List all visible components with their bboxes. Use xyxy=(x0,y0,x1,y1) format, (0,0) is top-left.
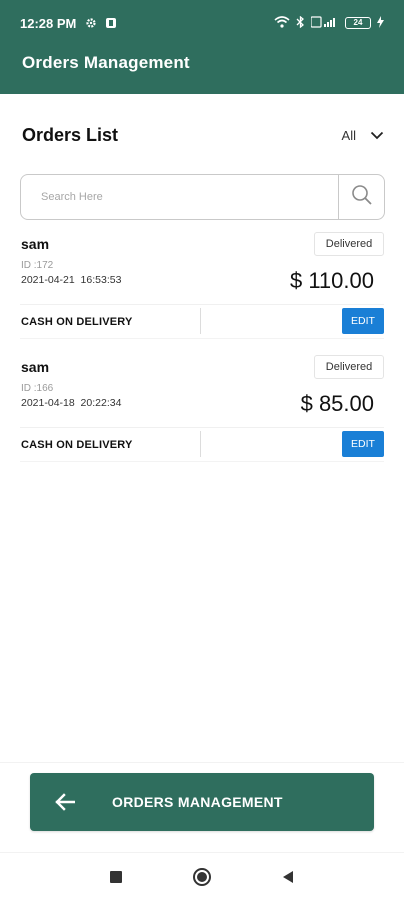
search-bar xyxy=(20,174,385,220)
order-card[interactable]: sam Delivered ID :166 2021-04-18 20:22:3… xyxy=(20,355,384,465)
divider xyxy=(200,431,201,457)
battery-icon: 24 xyxy=(345,17,371,29)
nav-square-icon[interactable] xyxy=(103,864,129,890)
order-id: ID :166 xyxy=(21,383,54,394)
nav-triangle-icon[interactable] xyxy=(275,864,301,890)
divider xyxy=(20,461,384,462)
page-title: Orders Management xyxy=(22,53,190,72)
customer-name: sam xyxy=(21,236,50,252)
signal-icon xyxy=(310,15,339,31)
customer-name: sam xyxy=(21,359,50,375)
nav-circle-icon[interactable] xyxy=(189,864,215,890)
notification-icon xyxy=(104,16,118,30)
order-datetime: 2021-04-18 20:22:34 xyxy=(21,397,122,409)
order-amount: $ 110.00 xyxy=(289,268,374,293)
divider xyxy=(20,304,384,305)
orders-management-button[interactable]: ORDERS MANAGEMENT xyxy=(30,773,374,831)
payment-method: CASH ON DELIVERY xyxy=(21,439,133,451)
divider xyxy=(20,427,384,428)
app-header: 12:28 PM 24 Orders Management xyxy=(0,0,404,94)
search-icon xyxy=(351,184,373,211)
bluetooth-icon xyxy=(296,15,305,31)
orders-management-button-label: ORDERS MANAGEMENT xyxy=(112,794,283,810)
order-datetime: 2021-04-21 16:53:53 xyxy=(21,274,122,286)
wifi-icon xyxy=(274,15,290,31)
status-filter-dropdown[interactable]: All xyxy=(342,128,384,143)
edit-button[interactable]: EDIT xyxy=(342,308,384,334)
order-card[interactable]: sam Delivered ID :172 2021-04-21 16:53:5… xyxy=(20,232,384,342)
filter-value: All xyxy=(341,127,356,143)
search-input[interactable] xyxy=(21,175,338,219)
system-nav-bar xyxy=(0,852,404,900)
status-right: 24 xyxy=(274,15,384,31)
status-badge: Delivered xyxy=(314,355,384,379)
payment-method: CASH ON DELIVERY xyxy=(21,316,133,328)
back-arrow-icon xyxy=(30,793,100,811)
settings-icon xyxy=(84,16,98,30)
status-badge: Delivered xyxy=(314,232,384,256)
charging-icon xyxy=(377,15,384,31)
status-bar: 12:28 PM 24 xyxy=(0,0,404,46)
divider xyxy=(20,338,384,339)
status-time: 12:28 PM xyxy=(20,15,77,31)
divider xyxy=(200,308,201,334)
orders-list-title: Orders List xyxy=(22,124,119,145)
search-button[interactable] xyxy=(338,175,384,219)
chevron-down-icon xyxy=(370,128,384,143)
orders-list-header: Orders List All xyxy=(22,122,384,148)
edit-button[interactable]: EDIT xyxy=(342,431,384,457)
order-amount: $ 85.00 xyxy=(300,391,374,416)
order-id: ID :172 xyxy=(21,260,54,271)
